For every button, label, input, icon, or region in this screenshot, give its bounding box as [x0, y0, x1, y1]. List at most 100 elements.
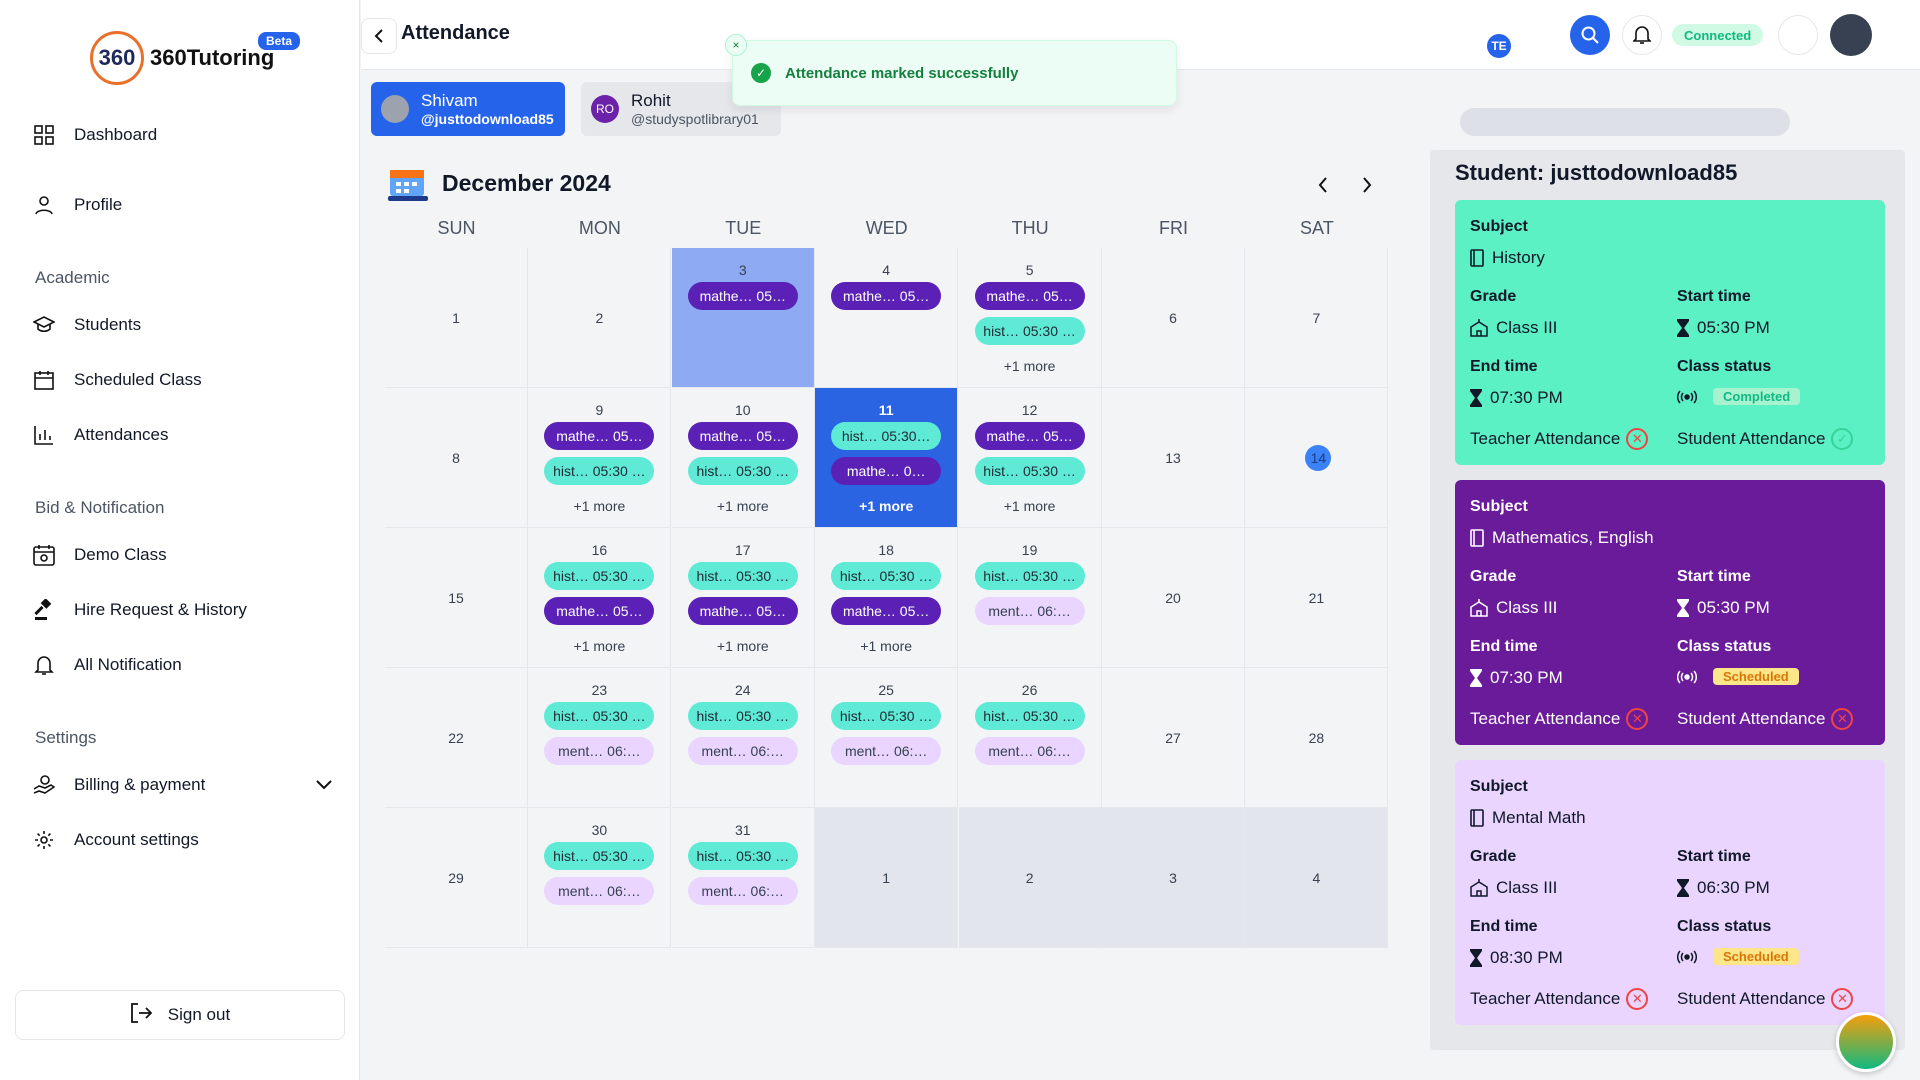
class-event-chip[interactable]: hist… 05:30 …: [974, 702, 1085, 730]
brand-logo[interactable]: 360 360Tutoring Beta: [90, 30, 301, 86]
class-event-chip[interactable]: hist… 05:30 …: [687, 562, 798, 590]
sidebar-item-billing[interactable]: Billing & payment: [32, 765, 332, 805]
student-attendance[interactable]: Student Attendance ✓: [1677, 428, 1854, 450]
class-event-chip[interactable]: mathe… 05…: [687, 422, 798, 450]
calendar-day-cell[interactable]: 3: [1102, 808, 1245, 948]
calendar-day-cell[interactable]: 17 hist… 05:30 … mathe… 05… +1 more: [671, 528, 815, 668]
calendar-day-cell[interactable]: 29: [385, 808, 528, 948]
calendar-day-cell[interactable]: 24 hist… 05:30 … ment… 06:…: [671, 668, 815, 808]
class-event-chip[interactable]: mathe… 05…: [687, 282, 798, 310]
more-events-link[interactable]: +1 more: [528, 498, 670, 514]
class-event-chip[interactable]: ment… 06:…: [974, 737, 1085, 765]
calendar-day-cell[interactable]: 31 hist… 05:30 … ment… 06:…: [671, 808, 815, 948]
calendar-day-cell[interactable]: 4: [1245, 808, 1389, 948]
class-event-chip[interactable]: hist… 05:30 …: [974, 317, 1085, 345]
more-events-link[interactable]: +1 more: [672, 638, 814, 654]
calendar-day-cell[interactable]: 2: [528, 248, 672, 388]
calendar-day-cell[interactable]: 5 mathe… 05… hist… 05:30 … +1 more: [958, 248, 1102, 388]
sidebar-item-hire-request[interactable]: Hire Request & History: [32, 590, 332, 630]
calendar-day-cell[interactable]: 4 mathe… 05…: [815, 248, 959, 388]
sidebar-item-students[interactable]: Students: [32, 305, 332, 345]
class-event-chip[interactable]: ment… 06:…: [687, 877, 798, 905]
more-events-link[interactable]: +1 more: [815, 638, 957, 654]
class-event-chip[interactable]: ment… 06:…: [687, 737, 798, 765]
sidebar-item-all-notification[interactable]: All Notification: [32, 645, 332, 685]
calendar-day-cell[interactable]: 2: [958, 808, 1102, 948]
calendar-day-cell[interactable]: 14: [1245, 388, 1389, 528]
student-attendance[interactable]: Student Attendance ✕: [1677, 988, 1854, 1010]
theme-toggle-button[interactable]: [1778, 15, 1818, 55]
assistant-fab-button[interactable]: [1836, 1012, 1896, 1072]
class-event-chip[interactable]: mathe… 0…: [831, 457, 942, 485]
class-event-chip[interactable]: ment… 06:…: [974, 597, 1085, 625]
class-event-chip[interactable]: mathe… 05…: [974, 422, 1085, 450]
calendar-day-cell[interactable]: 22: [385, 668, 528, 808]
class-event-chip[interactable]: hist… 05:30 …: [544, 457, 655, 485]
calendar-day-cell[interactable]: 19 hist… 05:30 … ment… 06:…: [958, 528, 1102, 668]
class-event-chip[interactable]: mathe… 05…: [974, 282, 1085, 310]
class-event-chip[interactable]: mathe… 05…: [831, 597, 942, 625]
calendar-day-cell[interactable]: 18 hist… 05:30 … mathe… 05… +1 more: [815, 528, 959, 668]
calendar-day-cell[interactable]: 26 hist… 05:30 … ment… 06:…: [958, 668, 1102, 808]
class-event-chip[interactable]: ment… 06:…: [544, 737, 655, 765]
calendar-day-cell[interactable]: 21: [1245, 528, 1389, 668]
more-events-link[interactable]: +1 more: [959, 358, 1101, 374]
more-events-link[interactable]: +1 more: [528, 638, 670, 654]
teacher-attendance[interactable]: Teacher Attendance ✕: [1470, 428, 1649, 450]
next-month-button[interactable]: [1352, 170, 1382, 200]
calendar-day-cell[interactable]: 25 hist… 05:30 … ment… 06:…: [815, 668, 959, 808]
calendar-day-cell[interactable]: 16 hist… 05:30 … mathe… 05… +1 more: [528, 528, 672, 668]
previous-month-button[interactable]: [1308, 170, 1338, 200]
calendar-day-cell[interactable]: 6: [1102, 248, 1245, 388]
sidebar-item-attendances[interactable]: Attendances: [32, 415, 332, 455]
class-event-chip[interactable]: hist… 05:30 …: [974, 457, 1085, 485]
calendar-day-cell[interactable]: 3 mathe… 05…: [671, 248, 815, 388]
calendar-day-cell[interactable]: 23 hist… 05:30 … ment… 06:…: [528, 668, 672, 808]
more-events-link[interactable]: +1 more: [672, 498, 814, 514]
class-event-chip[interactable]: mathe… 05…: [687, 597, 798, 625]
sidebar-item-account-settings[interactable]: Account settings: [32, 820, 332, 860]
calendar-day-cell[interactable]: 27: [1102, 668, 1245, 808]
student-tab-shivam[interactable]: Shivam @justtodownload85: [371, 82, 565, 136]
calendar-day-cell[interactable]: 11 hist… 05:30… mathe… 0… +1 more: [815, 388, 959, 528]
class-event-chip[interactable]: hist… 05:30 …: [544, 842, 655, 870]
sidebar-item-dashboard[interactable]: Dashboard: [32, 115, 332, 155]
class-event-chip[interactable]: hist… 05:30 …: [687, 702, 798, 730]
class-event-chip[interactable]: hist… 05:30 …: [544, 562, 655, 590]
class-event-chip[interactable]: hist… 05:30 …: [974, 562, 1085, 590]
student-attendance[interactable]: Student Attendance ✕: [1677, 708, 1854, 730]
class-event-chip[interactable]: hist… 05:30 …: [544, 702, 655, 730]
calendar-day-cell[interactable]: 8: [385, 388, 528, 528]
calendar-day-cell[interactable]: 9 mathe… 05… hist… 05:30 … +1 more: [528, 388, 672, 528]
class-event-chip[interactable]: mathe… 05…: [831, 282, 942, 310]
calendar-day-cell[interactable]: 28: [1245, 668, 1389, 808]
more-events-link[interactable]: +1 more: [959, 498, 1101, 514]
class-event-chip[interactable]: hist… 05:30 …: [831, 702, 942, 730]
calendar-day-cell[interactable]: 1: [385, 248, 528, 388]
class-event-chip[interactable]: hist… 05:30 …: [831, 562, 942, 590]
calendar-day-cell[interactable]: 1: [815, 808, 959, 948]
teacher-attendance[interactable]: Teacher Attendance ✕: [1470, 988, 1649, 1010]
teacher-attendance[interactable]: Teacher Attendance ✕: [1470, 708, 1649, 730]
class-event-chip[interactable]: hist… 05:30 …: [687, 842, 798, 870]
calendar-day-cell[interactable]: 30 hist… 05:30 … ment… 06:…: [528, 808, 672, 948]
sidebar-item-profile[interactable]: Profile: [32, 185, 332, 225]
class-event-chip[interactable]: mathe… 05…: [544, 422, 655, 450]
class-event-chip[interactable]: mathe… 05…: [544, 597, 655, 625]
calendar-day-cell[interactable]: 15: [385, 528, 528, 668]
more-events-link[interactable]: +1 more: [815, 498, 957, 514]
sign-out-button[interactable]: Sign out: [15, 990, 345, 1040]
class-event-chip[interactable]: ment… 06:…: [831, 737, 942, 765]
toast-close-button[interactable]: ×: [725, 34, 747, 56]
calendar-day-cell[interactable]: 20: [1102, 528, 1245, 668]
calendar-day-cell[interactable]: 12 mathe… 05… hist… 05:30 … +1 more: [958, 388, 1102, 528]
class-event-chip[interactable]: hist… 05:30…: [831, 422, 942, 450]
collapse-sidebar-button[interactable]: [361, 18, 397, 54]
calendar-day-cell[interactable]: 7: [1245, 248, 1389, 388]
user-avatar[interactable]: [1830, 14, 1872, 56]
search-button[interactable]: [1570, 15, 1610, 55]
notification-button[interactable]: [1622, 15, 1662, 55]
calendar-day-cell[interactable]: 10 mathe… 05… hist… 05:30 … +1 more: [671, 388, 815, 528]
chevron-down-icon[interactable]: [316, 775, 332, 795]
class-event-chip[interactable]: ment… 06:…: [544, 877, 655, 905]
